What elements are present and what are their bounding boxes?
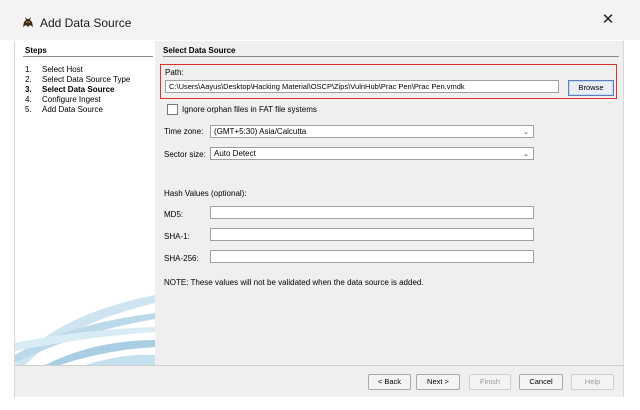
timezone-label: Time zone: xyxy=(164,127,204,136)
main-panel: Select Data Source Path: C:\Users\Aayus\… xyxy=(155,41,623,365)
step-item: 4. Configure Ingest xyxy=(25,95,101,104)
path-highlight-box: Path: C:\Users\Aayus\Desktop\Hacking Mat… xyxy=(160,64,617,99)
wizard-window: Steps 1. Select Host 2. Select Data Source… xyxy=(14,41,624,397)
timezone-select[interactable]: (GMT+5:30) Asia/Calcutta ⌄ xyxy=(210,125,534,138)
decorative-waves xyxy=(15,295,155,365)
back-button[interactable]: < Back xyxy=(368,374,411,390)
hash-values-label: Hash Values (optional): xyxy=(164,189,247,198)
step-item: 5. Add Data Source xyxy=(25,105,103,114)
sector-size-select[interactable]: Auto Detect ⌄ xyxy=(210,147,534,160)
cancel-button[interactable]: Cancel xyxy=(519,374,563,390)
ignore-orphan-checkbox[interactable] xyxy=(167,104,178,115)
window-title: Add Data Source xyxy=(40,16,132,30)
sector-size-label: Sector size: xyxy=(164,150,206,159)
md5-field[interactable] xyxy=(210,206,534,219)
note-text: NOTE: These values will not be validated… xyxy=(164,278,424,287)
step-item: 1. Select Host xyxy=(25,65,83,74)
timezone-value: (GMT+5:30) Asia/Calcutta xyxy=(214,127,307,136)
steps-panel: Steps 1. Select Host 2. Select Data Source… xyxy=(15,41,155,365)
chevron-down-icon: ⌄ xyxy=(523,129,529,136)
wizard-footer: < Back Next > Finish Cancel Help xyxy=(15,365,623,397)
title-bar: Add Data Source ✕ xyxy=(0,0,640,40)
step-item: 2. Select Data Source Type xyxy=(25,75,131,84)
section-title: Select Data Source xyxy=(163,46,236,55)
help-button[interactable]: Help xyxy=(571,374,614,390)
path-input[interactable]: C:\Users\Aayus\Desktop\Hacking Material\… xyxy=(165,80,559,93)
ignore-orphan-row: Ignore orphan files in FAT file systems xyxy=(167,104,317,115)
md5-label: MD5: xyxy=(164,210,184,219)
sha1-label: SHA-1: xyxy=(164,232,190,241)
steps-list: 1. Select Host 2. Select Data Source Type … xyxy=(25,65,130,115)
sha256-field[interactable] xyxy=(210,250,534,263)
path-label: Path: xyxy=(165,68,184,77)
sha1-field[interactable] xyxy=(210,228,534,241)
browse-button[interactable]: Browse xyxy=(568,80,614,96)
sector-size-value: Auto Detect xyxy=(214,149,256,158)
chevron-down-icon: ⌄ xyxy=(523,151,529,158)
ignore-orphan-label[interactable]: Ignore orphan files in FAT file systems xyxy=(182,105,317,114)
close-icon[interactable]: ✕ xyxy=(600,12,616,28)
autopsy-dog-icon xyxy=(23,17,33,27)
section-divider xyxy=(163,56,619,57)
steps-title: Steps xyxy=(25,46,47,55)
next-button[interactable]: Next > xyxy=(416,374,460,390)
finish-button[interactable]: Finish xyxy=(469,374,511,390)
steps-divider xyxy=(23,56,153,57)
sha256-label: SHA-256: xyxy=(164,254,199,263)
step-item-current: 3. Select Data Source xyxy=(25,85,115,94)
